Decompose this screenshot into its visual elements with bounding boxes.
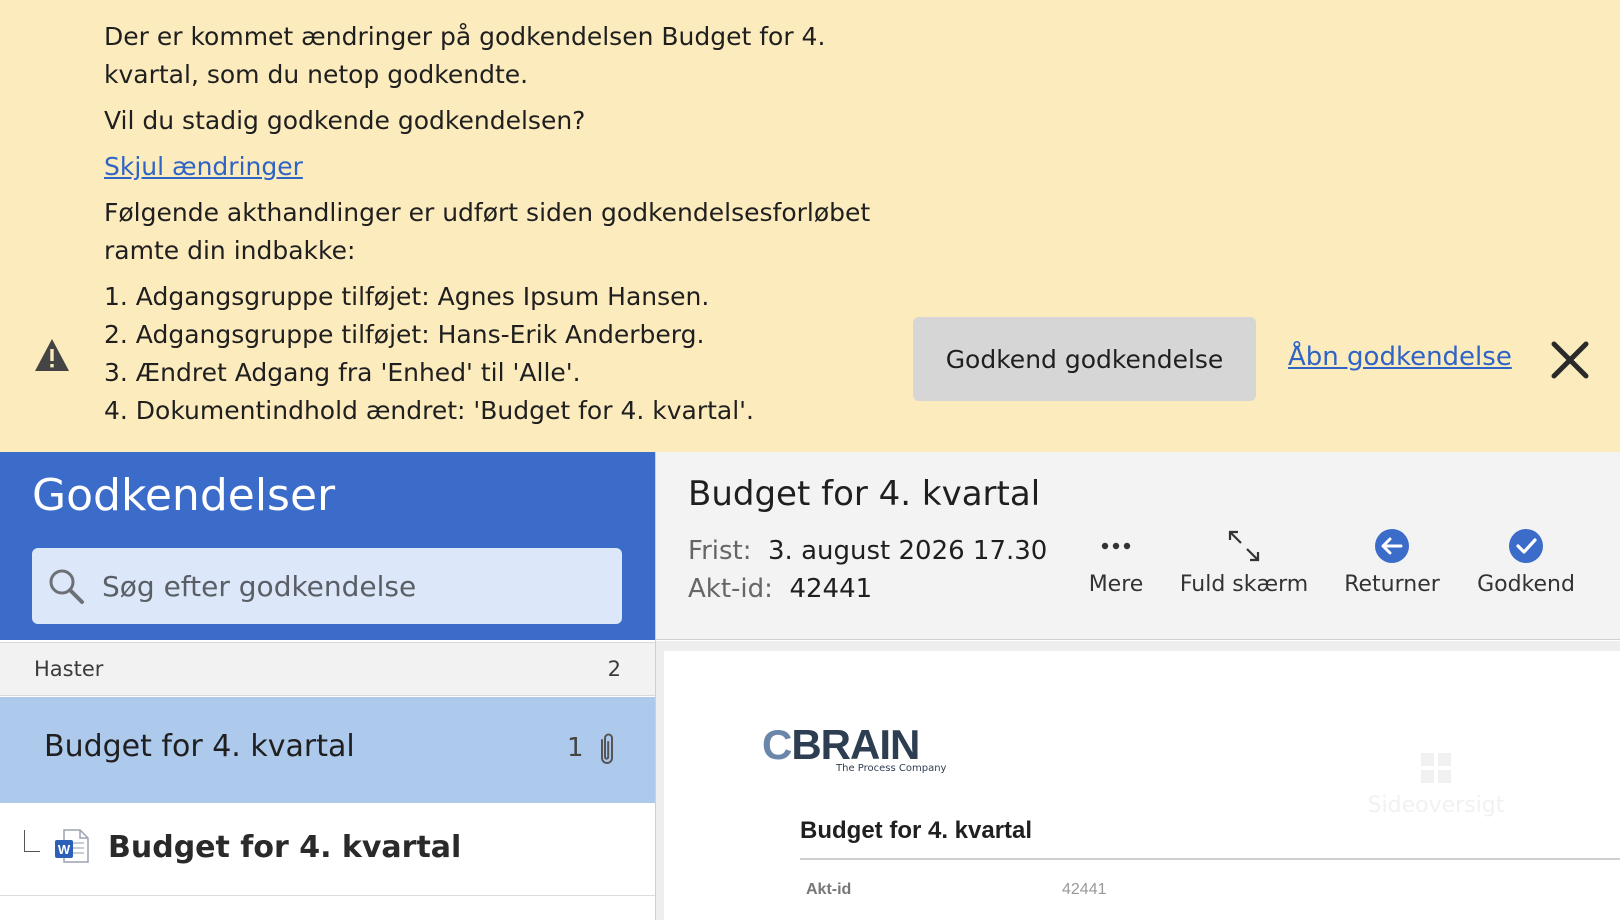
- change-item: 1. Adgangsgruppe tilføjet: Agnes Ipsum H…: [104, 282, 710, 311]
- detail-header: Budget for 4. kvartal Frist: 3. august 2…: [656, 452, 1620, 640]
- change-item: 3. Ændret Adgang fra 'Enhed' til 'Alle'.: [104, 358, 581, 387]
- case-id-value: 42441: [789, 574, 873, 604]
- search-icon: [49, 569, 84, 604]
- banner-message-line: Der er kommet ændringer på godkendelsen …: [104, 22, 826, 89]
- approve-button[interactable]: Godkend: [1456, 528, 1596, 597]
- more-icon: [1101, 542, 1131, 550]
- section-count: 2: [607, 657, 621, 681]
- word-document-icon: W: [55, 829, 89, 863]
- change-item: 4. Dokumentindhold ændret: 'Budget for 4…: [104, 396, 754, 425]
- more-button[interactable]: Mere: [1046, 528, 1186, 597]
- more-label: Mere: [1088, 572, 1144, 597]
- field-label: Akt-id: [806, 881, 852, 898]
- sidebar-title: Godkendelser: [32, 470, 336, 521]
- detail-meta: Frist: 3. august 2026 17.30 Akt-id: 4244…: [688, 532, 1047, 608]
- search-input[interactable]: [102, 562, 607, 610]
- section-label: Haster: [34, 657, 104, 681]
- detail-title: Budget for 4. kvartal: [688, 474, 1041, 514]
- attachment-count: 1: [567, 733, 584, 763]
- document-page: CBRAIN The Process Company Sideoversigt …: [664, 651, 1620, 920]
- search-box[interactable]: [32, 548, 622, 624]
- logo-tagline: The Process Company: [836, 763, 947, 774]
- approve-label: Godkend: [1477, 572, 1575, 597]
- approvals-sidebar-header: Godkendelser: [0, 452, 655, 640]
- return-button[interactable]: Returner: [1322, 528, 1462, 597]
- page-overview-button[interactable]: Sideoversigt: [1336, 751, 1536, 841]
- return-arrow-icon: [1375, 529, 1409, 563]
- list-item-title: Budget for 4. kvartal: [44, 729, 355, 764]
- logo-main: CBRAIN: [762, 721, 920, 768]
- open-approval-link[interactable]: Åbn godkendelse: [1288, 342, 1512, 372]
- company-logo: CBRAIN The Process Company: [762, 721, 947, 775]
- svg-text:W: W: [58, 842, 71, 857]
- deadline-label: Frist:: [688, 536, 752, 566]
- fullscreen-icon: [1228, 530, 1260, 562]
- change-notification-banner: Der er kommet ændringer på godkendelsen …: [0, 0, 1620, 452]
- fullscreen-button[interactable]: Fuld skærm: [1174, 528, 1314, 597]
- approve-approval-button[interactable]: Godkend godkendelse: [913, 317, 1256, 401]
- return-label: Returner: [1344, 572, 1440, 597]
- banner-message: Der er kommet ændringer på godkendelsen …: [104, 18, 884, 430]
- checkmark-icon: [1509, 529, 1543, 563]
- hide-changes-link[interactable]: Skjul ændringer: [104, 152, 303, 181]
- page-heading: Budget for 4. kvartal: [800, 817, 1033, 844]
- changes-list: 1. Adgangsgruppe tilføjet: Agnes Ipsum H…: [104, 278, 884, 430]
- case-id-label: Akt-id:: [688, 574, 773, 604]
- close-icon[interactable]: [1548, 338, 1592, 382]
- paperclip-icon: [601, 733, 613, 764]
- change-item: 2. Adgangsgruppe tilføjet: Hans-Erik And…: [104, 320, 705, 349]
- list-item-selected[interactable]: Budget for 4. kvartal 1: [0, 697, 655, 803]
- section-urgent[interactable]: Haster 2: [0, 642, 655, 696]
- tree-connector: [24, 830, 40, 852]
- document-preview-area: CBRAIN The Process Company Sideoversigt …: [656, 641, 1620, 920]
- field-value: 42441: [1062, 881, 1107, 898]
- deadline-value: 3. august 2026 17.30: [768, 536, 1048, 566]
- fullscreen-label: Fuld skærm: [1179, 572, 1309, 597]
- changes-intro: Følgende akthandlinger er udført siden g…: [104, 198, 871, 265]
- detail-toolbar: Mere Fuld skærm Returner Godkend: [1046, 528, 1606, 608]
- document-list-item[interactable]: W Budget for 4. kvartal: [0, 804, 655, 896]
- heading-rule: [800, 858, 1620, 860]
- banner-question: Vil du stadig godkende godkendelsen?: [104, 106, 586, 135]
- grid-icon: [1421, 753, 1451, 783]
- warning-icon: [35, 339, 69, 371]
- page-overview-label: Sideoversigt: [1367, 793, 1505, 818]
- document-title: Budget for 4. kvartal: [108, 830, 462, 865]
